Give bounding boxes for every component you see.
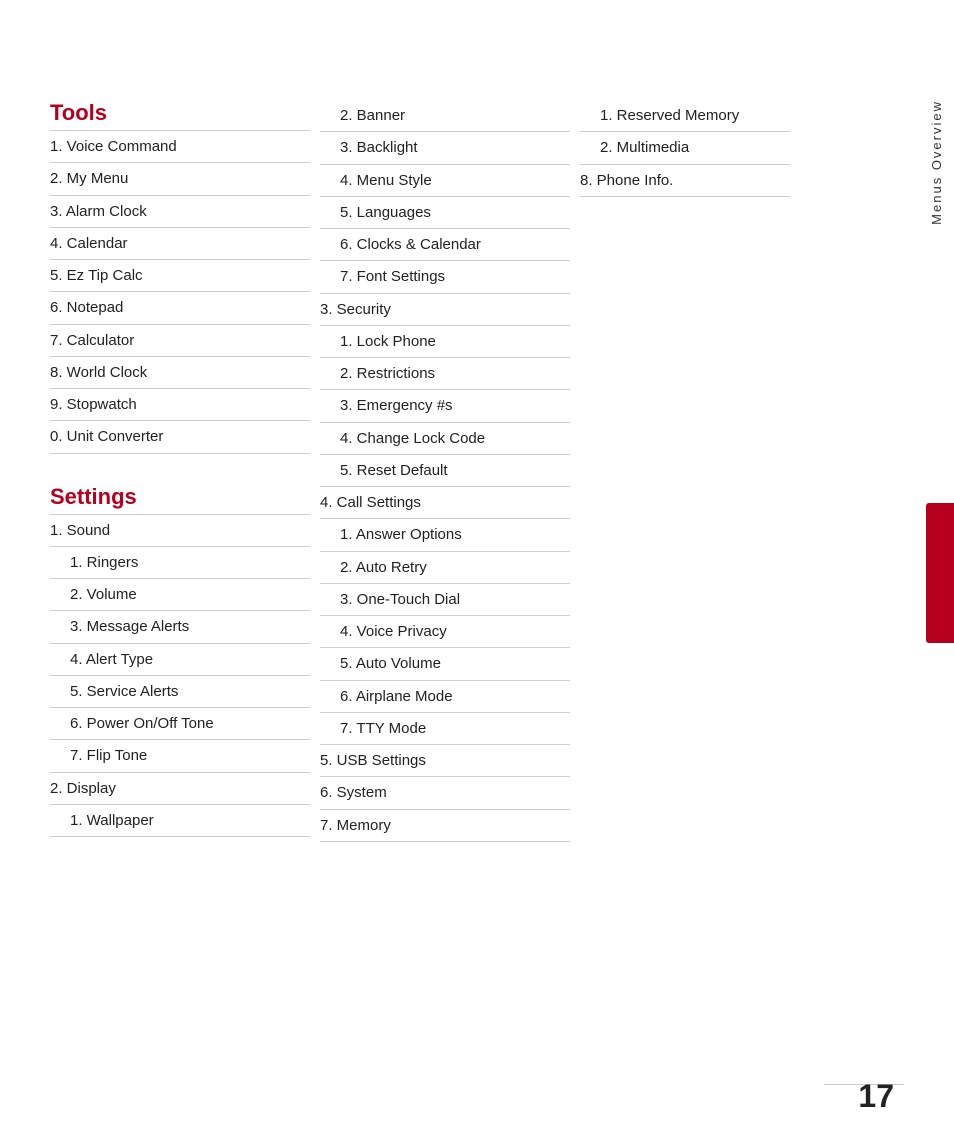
list-item: 1. Ringers — [50, 547, 310, 579]
list-item: 5. Reset Default — [320, 455, 570, 487]
list-item: 4. Alert Type — [50, 644, 310, 676]
call-settings-header: 4. Call Settings — [320, 487, 570, 519]
list-item: 1. Sound — [50, 515, 310, 547]
list-item: 2. My Menu — [50, 163, 310, 195]
list-item: 7. Font Settings — [320, 261, 570, 293]
list-item: 2. Multimedia — [580, 132, 790, 164]
list-item: 2. Auto Retry — [320, 552, 570, 584]
security-section: 3. Security 1. Lock Phone 2. Restriction… — [320, 294, 570, 488]
col-right: 1. Reserved Memory 2. Multimedia 8. Phon… — [570, 100, 790, 842]
list-item: 7. TTY Mode — [320, 713, 570, 745]
list-item: 4. Calendar — [50, 228, 310, 260]
list-item: 1. Answer Options — [320, 519, 570, 551]
settings-title: Settings — [50, 484, 310, 510]
list-item: 8. Phone Info. — [580, 165, 790, 197]
list-item: 9. Stopwatch — [50, 389, 310, 421]
settings-section: Settings 1. Sound 1. Ringers 2. Volume 3… — [50, 484, 310, 838]
list-item: 6. Clocks & Calendar — [320, 229, 570, 261]
list-item: 6. Power On/Off Tone — [50, 708, 310, 740]
list-item: 4. Change Lock Code — [320, 423, 570, 455]
call-settings-section: 4. Call Settings 1. Answer Options 2. Au… — [320, 487, 570, 745]
list-item: 6. Airplane Mode — [320, 681, 570, 713]
list-item: 5. Ez Tip Calc — [50, 260, 310, 292]
list-item: 3. Message Alerts — [50, 611, 310, 643]
list-item: 2. Display — [50, 773, 310, 805]
side-label: Menus Overview — [929, 100, 944, 225]
list-item: 5. Languages — [320, 197, 570, 229]
list-item: 7. Flip Tone — [50, 740, 310, 772]
list-item: 5. Auto Volume — [320, 648, 570, 680]
system-header: 6. System — [320, 777, 570, 809]
memory-header: 7. Memory — [320, 810, 570, 842]
list-item: 3. Emergency #s — [320, 390, 570, 422]
list-item: 4. Voice Privacy — [320, 616, 570, 648]
list-item: 4. Menu Style — [320, 165, 570, 197]
list-item: 2. Restrictions — [320, 358, 570, 390]
list-item: 6. Notepad — [50, 292, 310, 324]
list-item: 1. Wallpaper — [50, 805, 310, 837]
tools-title: Tools — [50, 100, 310, 126]
list-item: 1. Voice Command — [50, 131, 310, 163]
list-item: 7. Calculator — [50, 325, 310, 357]
list-item: 2. Volume — [50, 579, 310, 611]
side-tab — [926, 503, 954, 643]
list-item: 5. Service Alerts — [50, 676, 310, 708]
col-middle: 2. Banner 3. Backlight 4. Menu Style 5. … — [310, 100, 570, 842]
list-item: 1. Reserved Memory — [580, 100, 790, 132]
list-item: 3. Backlight — [320, 132, 570, 164]
page-content: Tools 1. Voice Command 2. My Menu 3. Ala… — [0, 0, 954, 882]
list-item: 8. World Clock — [50, 357, 310, 389]
display-subitems: 2. Banner 3. Backlight 4. Menu Style 5. … — [320, 100, 570, 294]
list-item: 0. Unit Converter — [50, 421, 310, 453]
usb-settings-header: 5. USB Settings — [320, 745, 570, 777]
security-header: 3. Security — [320, 294, 570, 326]
tools-section: Tools 1. Voice Command 2. My Menu 3. Ala… — [50, 100, 310, 454]
page-number: 17 — [858, 1078, 894, 1115]
list-item: 3. Alarm Clock — [50, 196, 310, 228]
col-left: Tools 1. Voice Command 2. My Menu 3. Ala… — [50, 100, 310, 842]
list-item: 3. One-Touch Dial — [320, 584, 570, 616]
list-item: 2. Banner — [320, 100, 570, 132]
list-item: 1. Lock Phone — [320, 326, 570, 358]
